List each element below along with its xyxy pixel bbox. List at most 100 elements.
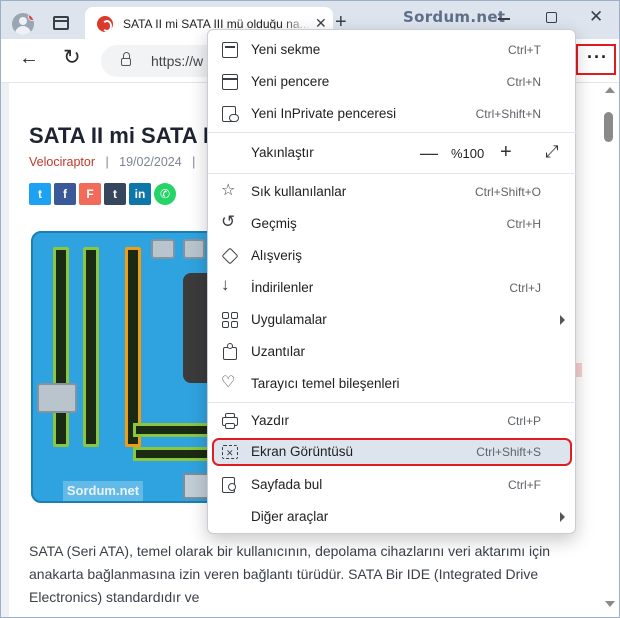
apps-icon — [221, 311, 239, 329]
menu-item-label: Yeni InPrivate penceresi — [251, 106, 397, 121]
find-on-page-icon — [221, 476, 239, 494]
submenu-arrow-icon — [560, 512, 565, 522]
article-paragraph: SATA (Seri ATA), temel olarak bir kullan… — [29, 543, 551, 605]
avatar-head — [19, 17, 27, 25]
menu-item-screenshot[interactable]: ✕ Ekran Görüntüsü Ctrl+Shift+S — [208, 436, 577, 468]
menu-item-label: Sayfada bul — [251, 477, 323, 492]
menu-item-label: Sık kullanılanlar — [251, 184, 347, 199]
screenshot-icon: ✕ — [221, 443, 239, 461]
menu-item-history[interactable]: ↺ Geçmiş Ctrl+H — [208, 208, 577, 240]
download-icon: ↓ — [221, 275, 230, 294]
menu-item-label: Uzantılar — [251, 344, 306, 359]
watermark-text: Sordum.net — [403, 8, 506, 26]
extensions-puzzle-icon — [221, 343, 239, 361]
menu-item-label: Alışveriş — [251, 248, 303, 263]
site-favicon-icon — [97, 16, 113, 32]
scroll-up-icon[interactable] — [605, 87, 615, 93]
menu-item-new-tab[interactable]: Yeni sekme Ctrl+T — [208, 34, 577, 66]
menu-item-label: Diğer araçlar — [251, 509, 329, 524]
menu-item-shortcut: Ctrl+P — [507, 414, 541, 428]
menu-item-apps[interactable]: Uygulamalar — [208, 304, 577, 336]
shopping-tag-icon — [221, 247, 239, 265]
vertical-scrollbar[interactable] — [599, 83, 619, 617]
more-dots-icon: ··· — [587, 47, 608, 67]
menu-item-label: Yazdır — [251, 413, 290, 428]
ram-slot — [83, 247, 99, 447]
menu-item-downloads[interactable]: ↓ İndirilenler Ctrl+J — [208, 272, 577, 304]
menu-separator — [208, 402, 577, 403]
menu-item-new-inprivate[interactable]: Yeni InPrivate penceresi Ctrl+Shift+N — [208, 98, 577, 130]
notification-dot — [28, 13, 34, 21]
browser-essentials-heart-icon: ♡ — [221, 374, 236, 391]
facebook-icon[interactable]: f — [54, 183, 76, 205]
scroll-down-icon[interactable] — [605, 601, 615, 607]
meta-separator-char-2: | — [192, 155, 196, 169]
menu-item-shopping[interactable]: Alışveriş — [208, 240, 577, 272]
menu-item-find-on-page[interactable]: Sayfada bul Ctrl+F — [208, 469, 577, 501]
article-title[interactable]: SATA II mi SATA III — [29, 123, 221, 149]
favorites-icon: ☆ — [221, 182, 236, 199]
settings-and-more-button[interactable]: ··· — [576, 44, 616, 75]
menu-item-shortcut: Ctrl+Shift+S — [476, 445, 541, 459]
article-meta: Velociraptor | 19/02/2024 | — [29, 155, 195, 169]
menu-item-shortcut: Ctrl+Shift+N — [475, 107, 541, 121]
menu-item-browser-essentials[interactable]: ♡ Tarayıcı temel bileşenleri — [208, 368, 577, 400]
menu-item-shortcut: Ctrl+J — [509, 281, 541, 295]
menu-item-label: Geçmiş — [251, 216, 297, 231]
menu-separator — [208, 132, 577, 133]
profile-avatar[interactable] — [12, 13, 34, 35]
linkedin-icon[interactable]: in — [129, 183, 151, 205]
submenu-arrow-icon — [560, 315, 565, 325]
settings-menu: Yeni sekme Ctrl+T Yeni pencere Ctrl+N Ye… — [207, 29, 577, 534]
minimize-icon[interactable] — [498, 18, 510, 20]
menu-item-shortcut: Ctrl+N — [506, 75, 541, 89]
maximize-icon[interactable] — [546, 12, 557, 23]
avatar-body — [15, 26, 31, 35]
image-watermark: Sordum.net — [63, 481, 143, 501]
meta-space — [109, 155, 116, 169]
menu-item-shortcut: Ctrl+Shift+O — [474, 185, 541, 199]
zoom-out-button[interactable]: — — [420, 143, 438, 164]
share-buttons: t f Ft in ✆ — [29, 183, 179, 205]
inprivate-icon — [221, 105, 239, 123]
article-date: 19/02/2024 — [119, 155, 182, 169]
new-window-icon — [221, 73, 239, 91]
menu-item-shortcut: Ctrl+H — [506, 217, 541, 231]
refresh-icon[interactable]: ↻ — [63, 45, 81, 70]
menu-item-extensions[interactable]: Uzantılar — [208, 336, 577, 368]
menu-item-label: Yeni sekme — [251, 42, 321, 57]
menu-item-print[interactable]: Yazdır Ctrl+P — [208, 405, 577, 437]
zoom-in-button[interactable]: + — [500, 141, 512, 164]
menu-item-label: İndirilenler — [251, 280, 314, 295]
lock-icon[interactable] — [121, 52, 131, 66]
menu-item-shortcut: Ctrl+T — [508, 43, 541, 57]
back-arrow-icon[interactable]: ← — [19, 47, 39, 70]
close-window-icon[interactable]: ✕ — [589, 7, 603, 27]
ram-slot — [125, 247, 141, 447]
menu-item-more-tools[interactable]: Diğer araçlar — [208, 501, 577, 533]
new-tab-icon — [221, 41, 239, 59]
ram-slot — [53, 247, 69, 447]
zoom-label: Yakınlaştır — [251, 145, 314, 160]
tab-actions-icon[interactable] — [53, 16, 69, 30]
fullscreen-icon[interactable]: ⤢ — [545, 142, 559, 162]
menu-separator — [208, 173, 577, 174]
menu-item-label: Ekran Görüntüsü — [251, 444, 354, 459]
tumblr-icon[interactable]: t — [104, 183, 126, 205]
menu-item-label: Yeni pencere — [251, 74, 330, 89]
twitter-icon[interactable]: t — [29, 183, 51, 205]
scroll-thumb[interactable] — [604, 112, 613, 142]
flipboard-icon[interactable]: F — [79, 183, 101, 205]
printer-icon — [221, 412, 239, 430]
menu-item-zoom: Yakınlaştır — %100 + ⤢ — [208, 137, 577, 169]
menu-item-new-window[interactable]: Yeni pencere Ctrl+N — [208, 66, 577, 98]
board-chip — [183, 239, 205, 259]
url-text: https://w — [151, 53, 204, 69]
menu-item-favorites[interactable]: ☆ Sık kullanılanlar Ctrl+Shift+O — [208, 176, 577, 208]
history-icon: ↺ — [221, 212, 236, 231]
menu-item-shortcut: Ctrl+F — [508, 478, 541, 492]
board-chip — [151, 239, 175, 259]
motherboard-illustration: Sordum.net — [31, 231, 231, 503]
article-author[interactable]: Velociraptor — [29, 155, 95, 169]
whatsapp-icon[interactable]: ✆ — [154, 183, 176, 205]
